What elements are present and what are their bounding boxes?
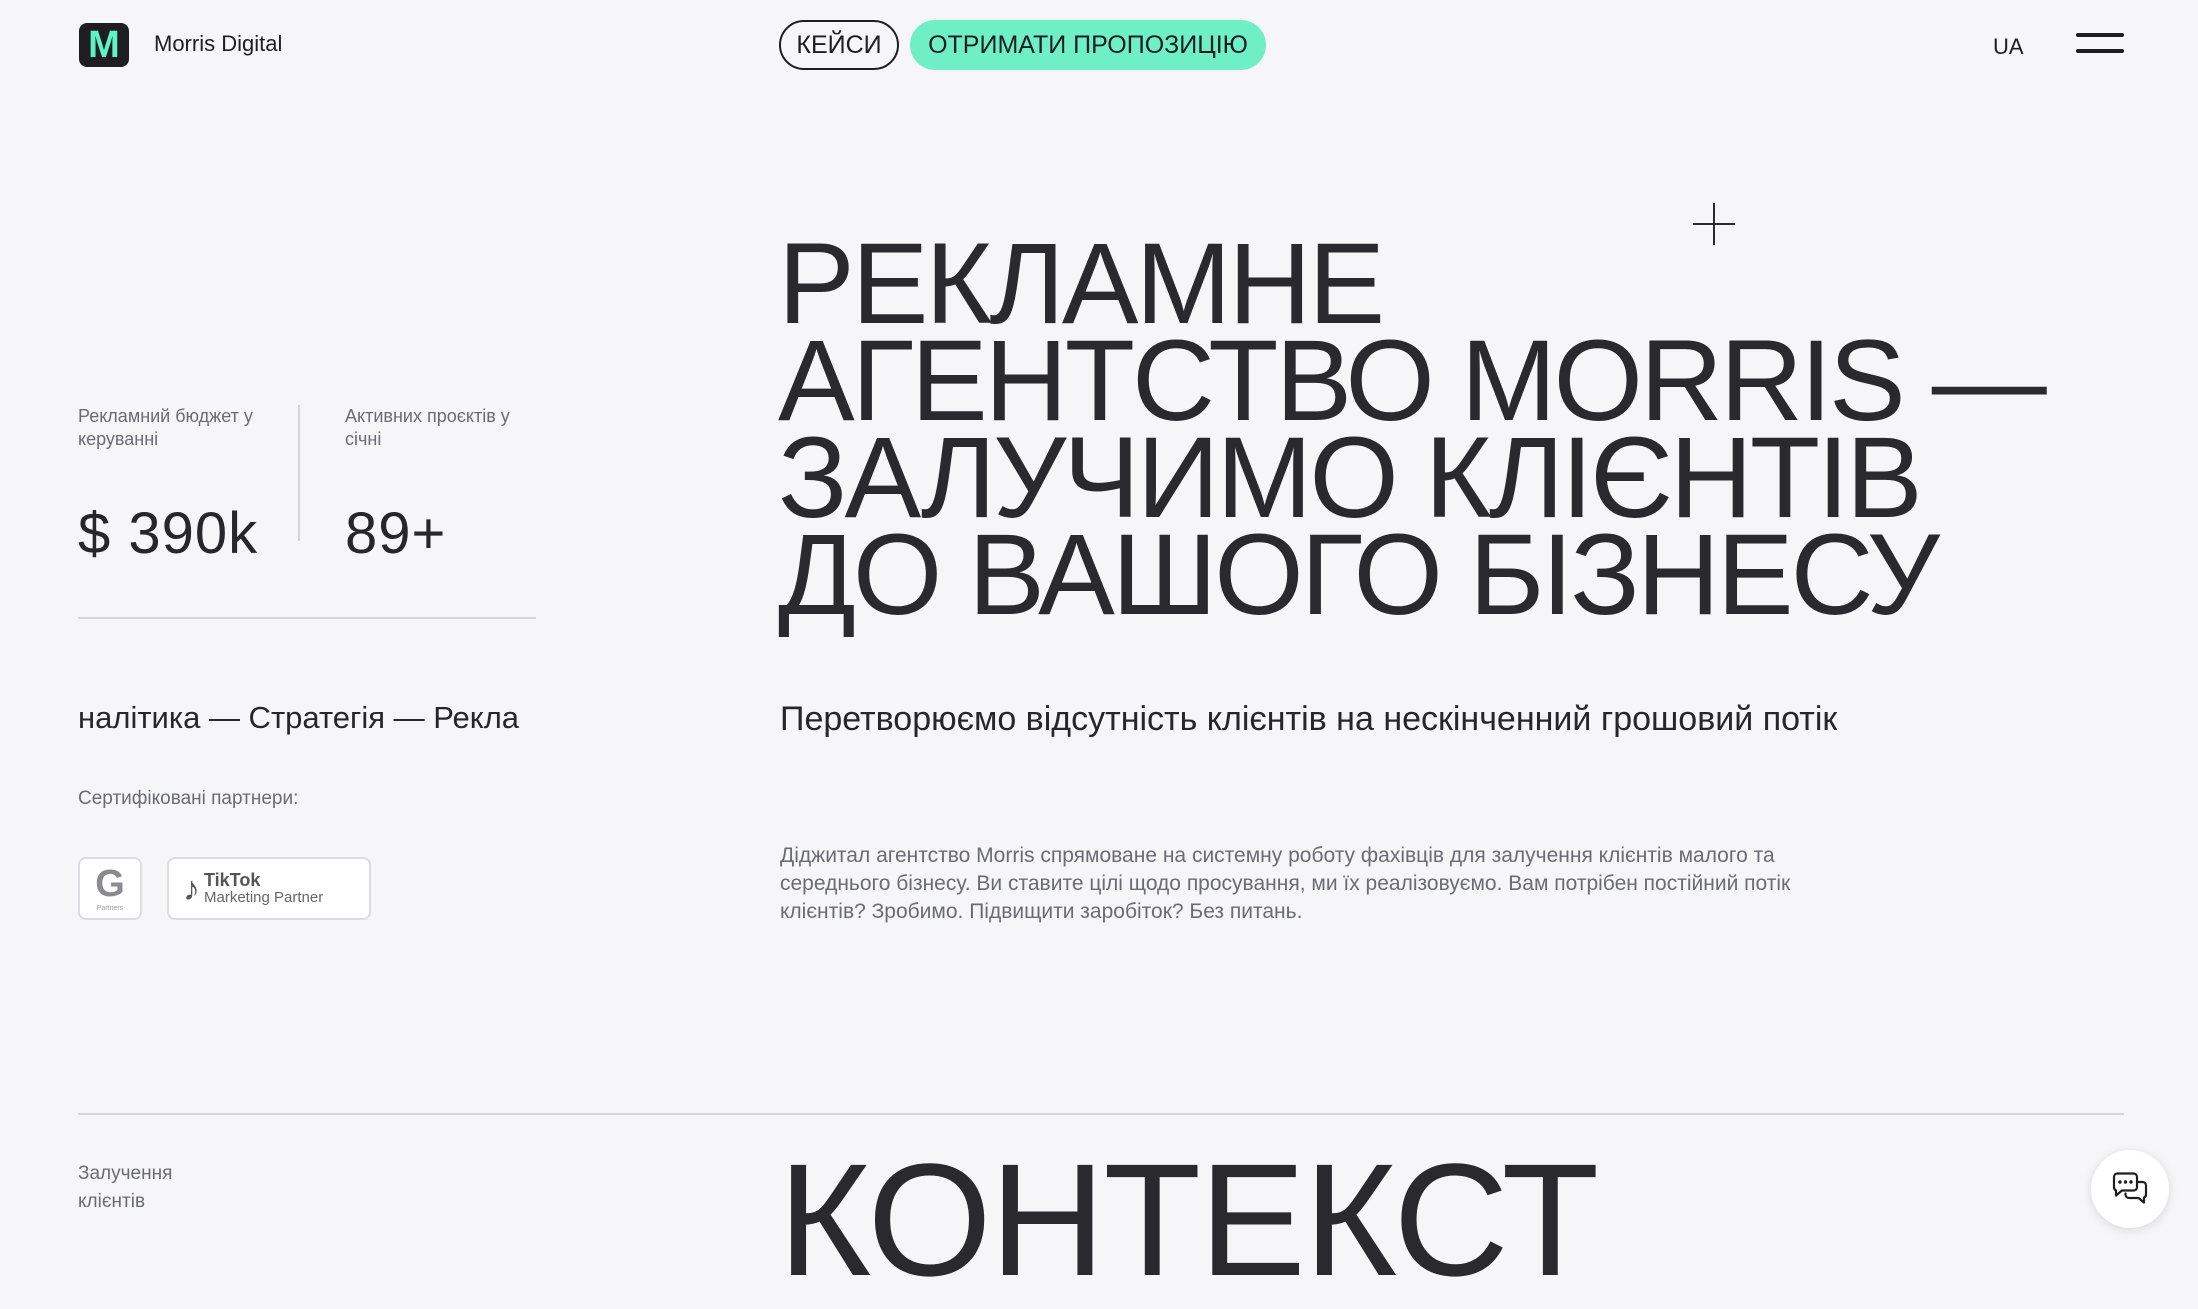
hero-description: Діджитал агентство Morris спрямоване на … <box>780 844 1791 923</box>
section-divider <box>78 1113 2124 1115</box>
chat-button[interactable] <box>2091 1150 2169 1228</box>
language-switch[interactable]: UA <box>1993 34 2024 60</box>
google-partner-badge: G Partners <box>78 857 142 920</box>
section-title: КОНТЕКСТ <box>778 1130 1599 1309</box>
stat-budget-label: Рекламний бюджет у керуванні <box>78 406 253 449</box>
hero-title: Рекламне агентство Morris — залучимо клі… <box>778 227 2078 639</box>
section-label: Залучення клієнтів <box>78 1163 173 1212</box>
logo[interactable]: M <box>79 23 129 67</box>
stat-budget-value: $ 390k <box>78 501 259 566</box>
get-offer-button[interactable]: ОТРИМАТИ ПРОПОЗИЦІЮ <box>910 20 1266 70</box>
partners-label: Сертифіковані партнери: <box>78 788 299 809</box>
stat-projects-value: 89+ <box>345 501 447 566</box>
tiktok-partner-badge: ♪ TikTok Marketing Partner <box>167 857 371 920</box>
brand-name[interactable]: Morris Digital <box>154 31 282 57</box>
cases-button[interactable]: КЕЙСИ <box>779 20 899 70</box>
hero-subtitle: Перетворюємо відсутність клієнтів на нес… <box>780 700 1838 738</box>
logo-letter: M <box>88 24 120 66</box>
services-ticker: налітика — Стратегія — Рекла <box>78 700 534 740</box>
tiktok-icon: ♪ <box>183 869 200 908</box>
google-partner-sub: Partners <box>96 905 124 912</box>
hamburger-icon[interactable] <box>2076 33 2124 55</box>
ticker-text: налітика — Стратегія — Рекла <box>78 700 520 735</box>
stat-projects-label: Активних проєктів у січні <box>345 406 510 449</box>
tiktok-line2: Marketing Partner <box>204 888 324 906</box>
chat-bubbles-icon <box>2112 1172 2148 1204</box>
google-icon: G <box>95 863 125 905</box>
hero-title-line: до вашого бізнесу <box>778 511 1940 639</box>
stats-underline <box>78 617 536 619</box>
tiktok-line1: TikTok <box>204 869 261 890</box>
stats-divider <box>298 405 300 541</box>
